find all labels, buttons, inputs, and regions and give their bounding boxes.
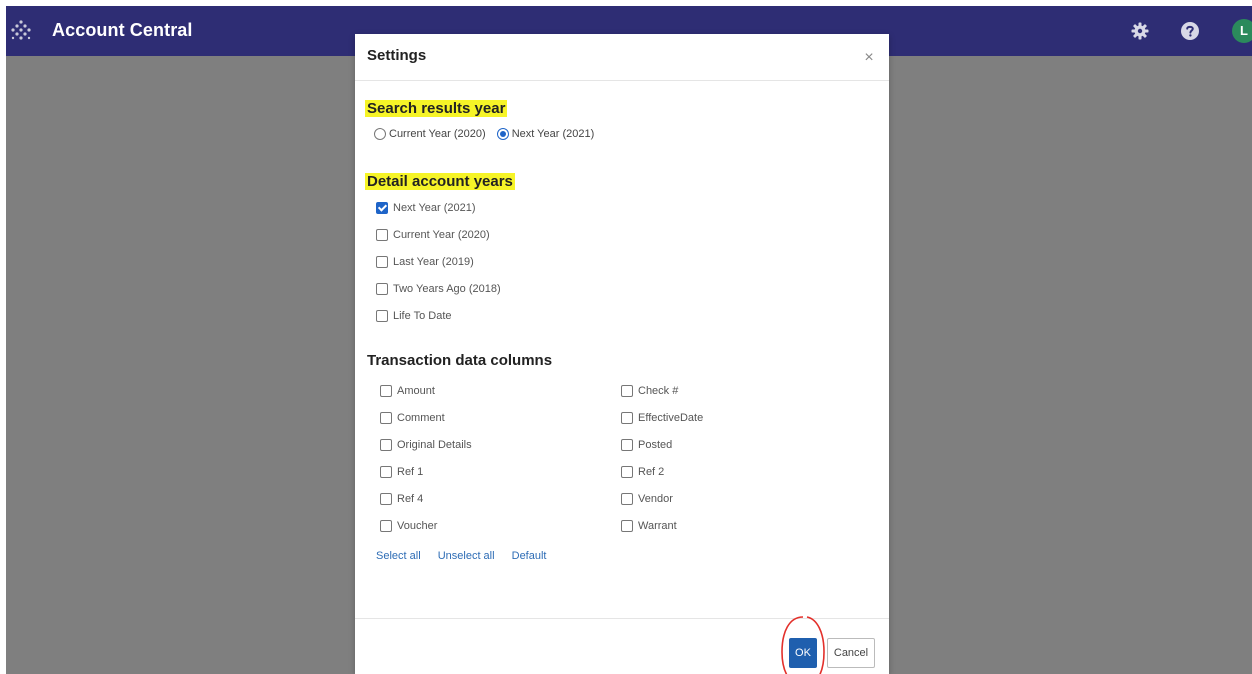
search-year-radio-group: Current Year (2020) Next Year (2021) [374, 128, 602, 144]
default-link[interactable]: Default [512, 550, 547, 562]
checkbox-posted[interactable]: Posted [621, 438, 672, 452]
checkbox-next-year[interactable]: Next Year (2021) [376, 201, 476, 215]
checkbox-label: Current Year (2020) [393, 229, 490, 241]
checkbox-label: Life To Date [393, 310, 452, 322]
checkbox-label: Voucher [397, 520, 438, 532]
unselect-all-link[interactable]: Unselect all [438, 550, 495, 562]
checkbox-label: Ref 1 [397, 466, 424, 478]
radio-button[interactable] [496, 128, 509, 140]
checkbox-label: Ref 2 [638, 466, 665, 478]
radio-current-year[interactable]: Current Year (2020) [374, 128, 486, 140]
checkbox-label: Comment [397, 412, 445, 424]
checkbox-label: Amount [397, 385, 435, 397]
checkbox-label: Original Details [397, 439, 472, 451]
checkbox-label: Warrant [638, 520, 677, 532]
checkbox-vendor[interactable]: Vendor [621, 492, 673, 506]
checkbox-label: Check # [638, 385, 679, 397]
checkbox-ref-4[interactable]: Ref 4 [380, 492, 423, 506]
checkbox[interactable] [380, 493, 392, 505]
checkbox-label: Next Year (2021) [393, 202, 476, 214]
checkbox-label: EffectiveDate [638, 412, 704, 424]
checkbox[interactable] [376, 202, 388, 214]
checkbox-check-number[interactable]: Check # [621, 384, 678, 398]
checkbox-ref-2[interactable]: Ref 2 [621, 465, 664, 479]
radio-next-year[interactable]: Next Year (2021) [496, 128, 595, 140]
checkbox[interactable] [376, 283, 388, 295]
transaction-data-columns-title: Transaction data columns [367, 352, 553, 369]
checkbox-label: Ref 4 [397, 493, 424, 505]
search-results-year-title: Search results year [365, 100, 508, 117]
avatar[interactable]: L [1232, 19, 1252, 43]
radio-label: Current Year (2020) [389, 128, 486, 140]
checkbox[interactable] [621, 466, 633, 478]
dialog-title: Settings [367, 47, 427, 64]
radio-button[interactable] [374, 128, 386, 140]
checkbox[interactable] [380, 412, 392, 424]
checkbox-effective-date[interactable]: EffectiveDate [621, 411, 703, 425]
checkbox-current-year[interactable]: Current Year (2020) [376, 228, 490, 242]
close-icon[interactable]: × [861, 50, 877, 66]
checkbox-original-details[interactable]: Original Details [380, 438, 472, 452]
checkbox[interactable] [621, 493, 633, 505]
checkbox[interactable] [380, 520, 392, 532]
checkbox[interactable] [376, 229, 388, 241]
checkbox-two-years-ago[interactable]: Two Years Ago (2018) [376, 282, 501, 296]
checkbox[interactable] [376, 310, 388, 322]
checkbox-last-year[interactable]: Last Year (2019) [376, 255, 474, 269]
checkbox[interactable] [621, 439, 633, 451]
checkbox[interactable] [621, 520, 633, 532]
help-icon[interactable] [1180, 21, 1200, 41]
checkbox-comment[interactable]: Comment [380, 411, 445, 425]
logo-icon [11, 20, 31, 40]
checkbox-amount[interactable]: Amount [380, 384, 435, 398]
checkbox-label: Posted [638, 439, 673, 451]
select-all-link[interactable]: Select all [376, 550, 421, 562]
selection-links: Select all Unselect all Default [376, 550, 560, 562]
checkbox[interactable] [380, 439, 392, 451]
checkbox[interactable] [380, 385, 392, 397]
gear-icon[interactable] [1130, 21, 1150, 41]
app-title: Account Central [52, 20, 193, 40]
checkbox-label: Last Year (2019) [393, 256, 474, 268]
dialog-header: Settings × [355, 34, 889, 81]
checkbox-ref-1[interactable]: Ref 1 [380, 465, 423, 479]
app-window: Account Central L Settings × Search resu… [6, 6, 1252, 674]
checkbox-voucher[interactable]: Voucher [380, 519, 437, 533]
dialog-footer-divider [355, 618, 889, 619]
checkbox-warrant[interactable]: Warrant [621, 519, 677, 533]
cancel-button[interactable]: Cancel [827, 638, 875, 668]
settings-dialog: Settings × Search results year Current Y… [355, 34, 889, 674]
checkbox[interactable] [621, 412, 633, 424]
checkbox-label: Vendor [638, 493, 673, 505]
detail-account-years-title: Detail account years [365, 173, 515, 190]
radio-label: Next Year (2021) [511, 128, 595, 140]
ok-button[interactable]: OK [789, 638, 817, 668]
checkbox-label: Two Years Ago (2018) [393, 283, 501, 295]
checkbox-life-to-date[interactable]: Life To Date [376, 309, 452, 323]
checkbox[interactable] [376, 256, 388, 268]
checkbox[interactable] [621, 385, 633, 397]
checkbox[interactable] [380, 466, 392, 478]
